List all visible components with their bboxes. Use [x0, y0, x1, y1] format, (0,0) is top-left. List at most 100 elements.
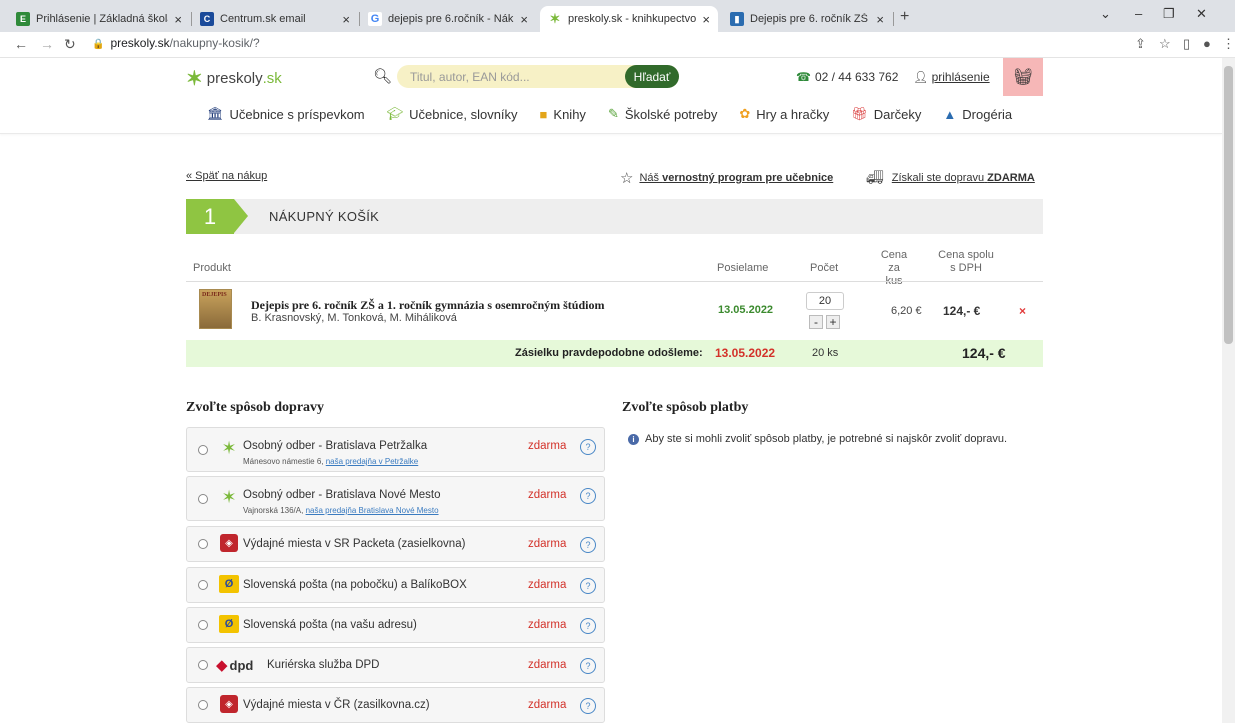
nav-item-darceky[interactable]: 🎁︎ Darčeky — [851, 106, 921, 122]
nav-item-ucebnice-prispevok[interactable]: 🏛︎ Učebnice s príspevkom — [207, 106, 365, 122]
shipping-option[interactable]: ◈ Výdajné miesta v SR Packeta (zasielkov… — [186, 526, 605, 562]
summary-label: Zásielku pravdepodobne odošleme: — [515, 347, 703, 359]
shipping-option[interactable]: ◆ dpd Kuriérska služba DPD zdarma ? — [186, 647, 605, 683]
url-field[interactable]: 🔒 preskoly.sk/nakupny-kosik/? — [92, 36, 260, 50]
step-number: 1 — [186, 199, 248, 234]
graduation-cap-icon: 🎓︎ — [386, 106, 404, 121]
nav-item-hry-hracky[interactable]: ✿ Hry a hračky — [739, 106, 829, 122]
close-tab-icon[interactable]: × — [876, 12, 884, 27]
share-icon[interactable]: ⇪ — [1135, 36, 1146, 52]
help-icon[interactable]: ? — [580, 698, 596, 714]
star-outline-icon: ☆ — [620, 170, 634, 187]
browser-tab-active[interactable]: ✶ preskoly.sk - knihkupectvo × — [540, 6, 718, 32]
close-tab-icon[interactable]: × — [342, 12, 350, 27]
close-tab-icon[interactable]: × — [520, 12, 528, 27]
shipping-option[interactable]: ✶ Osobný odber - Bratislava Nové Mesto V… — [186, 476, 605, 521]
shipping-radio[interactable] — [198, 580, 208, 590]
shipping-radio[interactable] — [198, 494, 208, 504]
book-icon: ■ — [539, 106, 548, 122]
browser-tab[interactable]: G dejepis pre 6.ročník - Nákupy Go × — [360, 6, 536, 32]
user-icon: 👤︎ — [913, 70, 929, 84]
new-tab-icon[interactable]: + — [900, 8, 909, 26]
column-header-total: Cena spolu s DPH — [938, 249, 994, 274]
cart-summary: Zásielku pravdepodobne odošleme: 13.05.2… — [186, 340, 1043, 367]
product-thumbnail[interactable]: DEJEPIS — [199, 289, 232, 329]
restore-icon[interactable]: ❐ — [1163, 6, 1175, 22]
product-title[interactable]: Dejepis pre 6. ročník ZŠ a 1. ročník gym… — [251, 298, 604, 313]
scrollbar-thumb[interactable] — [1224, 66, 1233, 344]
help-icon[interactable]: ? — [580, 537, 596, 553]
column-header-ship: Posielame — [717, 262, 769, 274]
site-header: ✶ preskoly.sk 🔍︎ Hľadať ☎02 / 44 633 762… — [0, 58, 1222, 134]
store-link[interactable]: naša predajňa v Petržalke — [326, 457, 419, 466]
browser-tab[interactable]: C Centrum.sk email × — [192, 6, 358, 32]
lock-icon: 🔒 — [92, 39, 105, 50]
close-window-icon[interactable]: ✕ — [1196, 6, 1207, 22]
phone-icon: ☎ — [796, 70, 811, 84]
help-icon[interactable]: ? — [580, 618, 596, 634]
nav-item-skolske-potreby[interactable]: ✎ Školské potreby — [608, 106, 717, 122]
back-to-shop-link[interactable]: « Späť na nákup — [186, 170, 267, 182]
column-header-product: Produkt — [193, 262, 231, 274]
store-link[interactable]: naša predajňa Bratislava Nové Mesto — [306, 506, 439, 515]
basket-icon: 🧺︎ — [1012, 69, 1034, 86]
pencil-ruler-icon: ✎ — [607, 106, 619, 121]
bottle-icon: ▲ — [943, 106, 957, 122]
payment-title: Zvoľte spôsob platby — [622, 400, 749, 415]
tab-search-icon[interactable]: ⌄ — [1100, 6, 1111, 22]
posta-icon: Ø — [219, 615, 239, 633]
nav-item-ucebnice-slovniky[interactable]: 🎓︎ Učebnice, slovníky — [387, 106, 518, 122]
quantity-plus-button[interactable]: + — [826, 315, 840, 329]
close-tab-icon[interactable]: × — [174, 12, 182, 27]
menu-dots-icon[interactable]: ⋮ — [1222, 36, 1235, 52]
back-arrow-icon[interactable]: ← — [14, 36, 28, 52]
browser-tab[interactable]: E Prihlásenie | Základná škola Petrž × — [8, 6, 190, 32]
help-icon[interactable]: ? — [580, 488, 596, 504]
loyalty-program-link[interactable]: ☆ Náš vernostný program pre učebnice — [620, 169, 833, 187]
step-label: NÁKUPNÝ KOŠÍK — [269, 209, 380, 224]
shipping-radio[interactable] — [198, 700, 208, 710]
shipping-option[interactable]: ◈ Výdajné miesta v ČR (zasilkovna.cz) zd… — [186, 687, 605, 723]
help-icon[interactable]: ? — [580, 658, 596, 674]
nav-item-drogeria[interactable]: ▲ Drogéria — [943, 106, 1012, 122]
browser-tab[interactable]: ▮ Dejepis pre 6. ročník ZŠ a 1. ročn × — [722, 6, 892, 32]
search-input[interactable] — [397, 69, 625, 84]
unit-price: 6,20 € — [891, 305, 922, 317]
divider — [186, 281, 1043, 282]
search-button[interactable]: Hľadať — [625, 65, 679, 88]
line-total: 124,- € — [943, 304, 981, 318]
profile-icon[interactable]: ● — [1203, 36, 1211, 51]
bookmark-star-icon[interactable]: ☆ — [1159, 36, 1171, 52]
shipping-option[interactable]: Ø Slovenská pošta (na vašu adresu) zdarm… — [186, 607, 605, 643]
summary-date: 13.05.2022 — [715, 346, 776, 360]
free-delivery-link[interactable]: 🚚︎ Získali ste dopravu ZDARMA — [866, 169, 1035, 186]
preskoly-icon: ✶ — [221, 486, 237, 507]
ship-date: 13.05.2022 — [718, 304, 774, 316]
quantity-input[interactable]: 20 — [806, 292, 844, 310]
shipping-option[interactable]: Ø Slovenská pošta (na pobočku) a BalíkoB… — [186, 567, 605, 603]
side-panel-icon[interactable]: ▯ — [1183, 36, 1190, 52]
quantity-minus-button[interactable]: - — [809, 315, 823, 329]
help-icon[interactable]: ? — [580, 578, 596, 594]
posta-icon: Ø — [219, 575, 239, 593]
remove-item-icon[interactable]: × — [1019, 304, 1026, 318]
summary-total: 124,- € — [962, 345, 1006, 361]
info-icon: i — [628, 433, 639, 445]
shipping-radio[interactable] — [198, 445, 208, 455]
reload-icon[interactable]: ↻ — [64, 36, 76, 53]
shipping-radio[interactable] — [198, 620, 208, 630]
category-nav: 🏛︎ Učebnice s príspevkom 🎓︎ Učebnice, slov… — [207, 106, 1034, 122]
site-logo[interactable]: ✶ preskoly .sk — [186, 66, 282, 91]
shipping-radio[interactable] — [198, 660, 208, 670]
login-link[interactable]: 👤︎ prihlásenie — [913, 70, 990, 84]
close-tab-icon[interactable]: × — [702, 12, 710, 27]
shipping-option[interactable]: ✶ Osobný odber - Bratislava Petržalka Má… — [186, 427, 605, 472]
basket-button[interactable]: 🧺︎ — [1003, 58, 1043, 96]
shipping-radio[interactable] — [198, 539, 208, 549]
help-icon[interactable]: ? — [580, 439, 596, 455]
search-icon: 🔍︎ — [373, 68, 393, 85]
minimize-icon[interactable]: – — [1135, 6, 1142, 21]
nav-item-knihy[interactable]: ■ Knihy — [540, 106, 586, 122]
phone-number: ☎ 02 / 44 633 762 — [796, 70, 899, 84]
forward-arrow-icon[interactable]: → — [40, 36, 54, 52]
